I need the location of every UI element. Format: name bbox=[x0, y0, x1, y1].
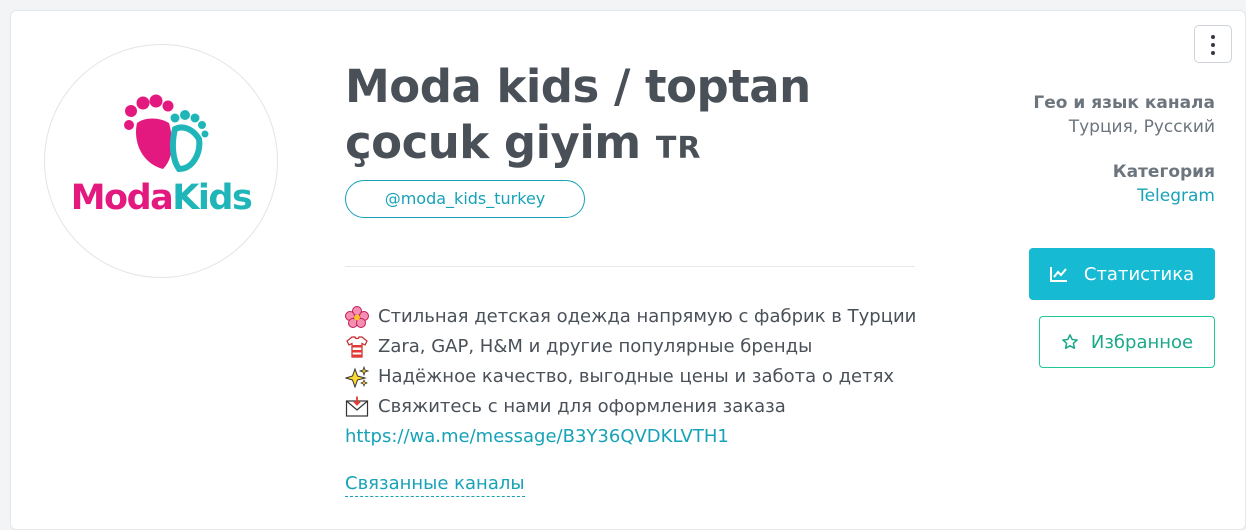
shirt-icon bbox=[346, 336, 368, 358]
description-line: Стильная детская одежда напрямую с фабри… bbox=[345, 302, 916, 332]
star-icon bbox=[1062, 334, 1078, 350]
category-section: Категория Telegram bbox=[915, 162, 1215, 206]
sparkles-icon bbox=[345, 366, 369, 388]
geo-language-section: Гео и язык канала Турция, Русский bbox=[915, 93, 1215, 137]
channel-description: Стильная детская одежда напрямую с фабри… bbox=[345, 302, 916, 452]
category-label: Категория bbox=[1112, 162, 1215, 182]
envelope-icon bbox=[345, 396, 369, 417]
more-options-button[interactable] bbox=[1194, 25, 1232, 63]
description-text: Свяжитесь с нами для оформления заказа bbox=[378, 396, 786, 417]
channel-title: Moda kids / toptan çocuk giyim TR bbox=[345, 59, 865, 177]
footprints-logo-icon bbox=[124, 94, 209, 173]
description-line: Надёжное качество, выгодные цены и забот… bbox=[345, 362, 916, 392]
geo-language-value: Турция, Русский bbox=[1068, 117, 1215, 137]
logo-word-kids: Kids bbox=[172, 178, 253, 218]
channel-avatar: ModaKids bbox=[44, 44, 278, 278]
description-text: Стильная детская одежда напрямую с фабри… bbox=[378, 306, 917, 327]
description-line: Свяжитесь с нами для оформления заказа bbox=[345, 392, 916, 422]
favorite-button-label: Избранное bbox=[1090, 331, 1194, 353]
statistics-button-label: Статистика bbox=[1083, 263, 1195, 285]
logo-wordmark: ModaKids bbox=[45, 178, 277, 218]
related-channels-link[interactable]: Связанные каналы bbox=[345, 471, 525, 497]
favorite-button[interactable]: Избранное bbox=[1039, 316, 1215, 368]
geo-language-label: Гео и язык канала bbox=[1033, 93, 1215, 113]
kebab-dot-icon bbox=[1211, 35, 1215, 39]
description-text: Zara, GAP, H&M и другие популярные бренд… bbox=[378, 336, 813, 357]
channel-card: ModaKids Moda kids / toptan çocuk giyim … bbox=[10, 10, 1246, 530]
description-line: Zara, GAP, H&M и другие популярные бренд… bbox=[345, 332, 916, 362]
country-flag-label: TR bbox=[655, 131, 702, 166]
channel-title-line1: Moda kids / toptan bbox=[345, 60, 811, 113]
kebab-dot-icon bbox=[1211, 51, 1215, 55]
flower-icon bbox=[345, 306, 369, 328]
line-chart-icon bbox=[1049, 267, 1067, 282]
channel-title-line2: çocuk giyim bbox=[345, 116, 641, 169]
description-text: Надёжное качество, выгодные цены и забот… bbox=[378, 366, 895, 387]
whatsapp-link[interactable]: https://wa.me/message/B3Y36QVDKLVTH1 bbox=[345, 422, 916, 452]
category-link[interactable]: Telegram bbox=[915, 186, 1215, 206]
logo-word-moda: Moda bbox=[70, 178, 174, 218]
kebab-dot-icon bbox=[1211, 43, 1215, 47]
divider bbox=[345, 266, 915, 267]
channel-handle-button[interactable]: @moda_kids_turkey bbox=[345, 180, 585, 218]
statistics-button[interactable]: Статистика bbox=[1029, 248, 1215, 300]
